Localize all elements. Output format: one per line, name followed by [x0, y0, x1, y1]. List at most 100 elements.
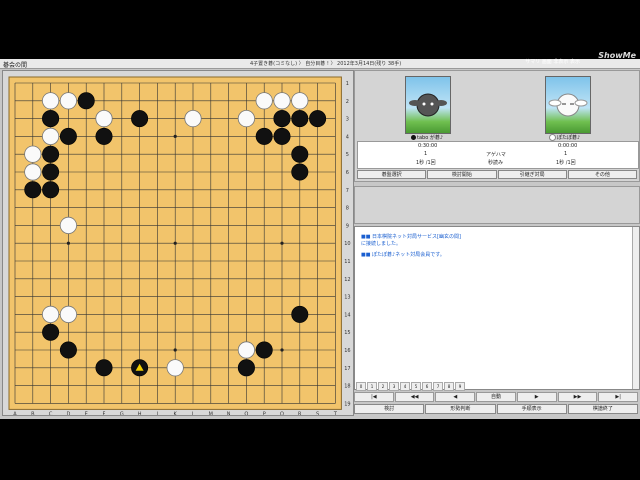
black-time: 0:30:00	[418, 143, 438, 149]
variation-tab[interactable]: 8	[444, 382, 454, 391]
col-label: Q	[280, 411, 284, 415]
move-navigation: |◀ ◀◀ ◀ 自動 ▶ ▶▶ ▶|	[354, 392, 639, 402]
black-stone[interactable]	[42, 323, 60, 341]
black-stone[interactable]	[291, 305, 309, 323]
row-label: 2	[346, 99, 349, 105]
variation-tab[interactable]: 7	[433, 382, 443, 391]
go-board[interactable]: A B C D E F G H J K L M N O P Q R S T123456789101112131415…	[3, 71, 353, 417]
black-stone[interactable]	[273, 127, 291, 145]
variation-tab[interactable]: 6	[422, 382, 432, 391]
white-stone[interactable]	[95, 109, 113, 128]
black-stone[interactable]	[131, 110, 149, 128]
white-stone[interactable]	[41, 305, 60, 323]
chat-log: ■■ 日本棋院ネット対局サービス[幽玄の間] に接続しました。 ■■ ぽたぽ碁♪…	[354, 226, 640, 390]
review-button[interactable]: 検討	[354, 404, 425, 414]
row-label: 8	[346, 206, 349, 212]
black-stone[interactable]	[42, 110, 60, 128]
col-label: C	[49, 411, 53, 415]
col-label: S	[316, 411, 319, 415]
row-label: 6	[346, 170, 349, 176]
col-label: B	[31, 411, 35, 415]
black-stone[interactable]	[77, 92, 95, 110]
row-label: 3	[346, 117, 349, 123]
row-label: 13	[344, 295, 350, 301]
board-select-button[interactable]: 碁盤選択	[357, 170, 427, 179]
back-button[interactable]: ◀	[435, 392, 476, 402]
white-stone[interactable]	[166, 359, 184, 377]
byoyomi-label: 秒読み	[488, 160, 504, 166]
row-label: 5	[346, 152, 349, 158]
black-stone[interactable]	[255, 341, 273, 359]
position-judge-button[interactable]: 形勢判断	[425, 404, 496, 414]
star-point	[280, 241, 284, 245]
black-stone[interactable]	[24, 181, 42, 199]
last-move-button[interactable]: ▶|	[598, 392, 639, 402]
chat-scrollbar[interactable]	[632, 227, 639, 389]
star-point	[173, 134, 177, 138]
variation-tab[interactable]: 1	[367, 382, 377, 391]
black-stone[interactable]	[255, 127, 273, 145]
title-buttons[interactable]: サマリ 画面 非表示 表示	[525, 58, 580, 65]
col-label: J	[156, 411, 158, 415]
forward-many-button[interactable]: ▶▶	[557, 392, 598, 402]
white-player-character-icon	[548, 93, 588, 117]
white-stone[interactable]	[237, 341, 255, 359]
variation-tab[interactable]: 3	[389, 382, 399, 391]
black-stone[interactable]	[309, 110, 327, 128]
watermark-logo: ShowMe	[598, 51, 636, 60]
show-order-button[interactable]: 手順表示	[496, 404, 567, 414]
white-stone[interactable]	[291, 92, 309, 110]
white-stone[interactable]	[59, 305, 78, 323]
white-stone[interactable]	[24, 163, 42, 181]
white-stone[interactable]	[59, 92, 78, 110]
col-label: K	[174, 411, 178, 415]
col-label: E	[85, 411, 88, 415]
auto-play-button[interactable]: 自動	[476, 392, 516, 402]
black-stone[interactable]	[237, 359, 255, 377]
variation-tab[interactable]: 9	[455, 382, 465, 391]
variation-tab[interactable]: 2	[378, 382, 388, 391]
white-stone[interactable]	[273, 92, 291, 110]
black-stone[interactable]	[95, 359, 113, 377]
variation-tab[interactable]: 5	[411, 382, 421, 391]
white-stone[interactable]	[184, 109, 202, 128]
black-stone[interactable]	[291, 110, 309, 128]
black-stone[interactable]	[273, 110, 291, 128]
black-stone[interactable]	[42, 163, 60, 181]
col-label: O	[244, 411, 248, 415]
first-move-button[interactable]: |◀	[354, 392, 394, 402]
side-panel: tabo が碁♪ ぽたぽ碁♪ 0:30:00 0:00:00 1 アゲハマ 1 …	[354, 70, 640, 418]
white-stone[interactable]	[24, 145, 42, 163]
black-stone[interactable]	[291, 163, 309, 181]
chat-message: ■■ 日本棋院ネット対局サービス[幽玄の間]	[361, 234, 461, 240]
star-point	[66, 241, 70, 245]
row-label: 1	[346, 81, 349, 87]
action-buttons: 碁盤選択 検討開始 引継ぎ対局 その他	[357, 170, 637, 179]
col-label: P	[263, 411, 266, 415]
other-button[interactable]: その他	[567, 170, 637, 179]
row-label: 7	[346, 188, 349, 194]
black-stone[interactable]	[291, 145, 309, 163]
black-stone[interactable]	[59, 127, 77, 145]
continue-game-button[interactable]: 引継ぎ対局	[497, 170, 567, 179]
white-stone[interactable]	[41, 127, 60, 146]
white-stone[interactable]	[59, 216, 78, 234]
game-info: 4子置き碁(コミなし) 〉 自分目碁 ! 〉 2012年3月14日(残り 38手…	[250, 61, 402, 67]
black-stone[interactable]	[42, 145, 60, 163]
col-label: H	[138, 411, 142, 415]
start-review-button[interactable]: 検討開始	[427, 170, 497, 179]
row-label: 19	[344, 401, 350, 407]
row-label: 11	[344, 259, 350, 265]
star-point	[173, 348, 177, 352]
variation-tab[interactable]: 4	[400, 382, 410, 391]
variation-tab[interactable]: 0	[356, 382, 366, 391]
back-many-button[interactable]: ◀◀	[394, 392, 435, 402]
black-stone[interactable]	[59, 341, 77, 359]
black-stone[interactable]	[95, 127, 113, 145]
end-record-button[interactable]: 棋譜終了	[567, 404, 638, 414]
forward-button[interactable]: ▶	[516, 392, 557, 402]
white-stone[interactable]	[237, 109, 255, 128]
black-stone[interactable]	[42, 181, 60, 199]
white-stone[interactable]	[255, 92, 273, 110]
white-stone[interactable]	[41, 92, 60, 110]
